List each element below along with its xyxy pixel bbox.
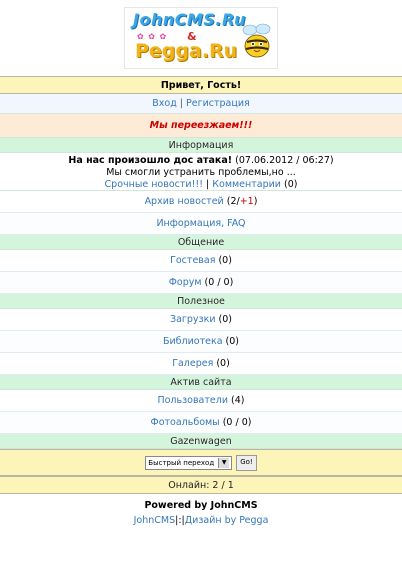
- news-archive-count-new: +1: [239, 196, 254, 207]
- photo-albums-link[interactable]: Фотоальбомы: [151, 417, 220, 428]
- login-link[interactable]: Вход: [152, 98, 177, 109]
- news-date: (07.06.2012 / 06:27): [235, 155, 334, 166]
- news-archive-count: (2/+1): [227, 196, 258, 207]
- news-archive-count-close: ): [253, 196, 258, 207]
- users-count: (4): [231, 395, 245, 406]
- quick-jump-select[interactable]: Быстрый переход ▼: [145, 455, 233, 470]
- menu-item-photo-albums[interactable]: Фотоальбомы (0 / 0): [0, 412, 402, 434]
- design-link[interactable]: Дизайн by Pegga: [185, 515, 269, 526]
- section-header-activity: Актив сайта: [0, 375, 402, 390]
- page: JohnCMS.Ru ✿ ✿ ✿ & Pegga.Ru Привет, Гост…: [0, 0, 402, 564]
- forum-count: (0 / 0): [204, 277, 234, 288]
- news-links: Срочные новости!!! | Комментарии (0): [0, 179, 402, 191]
- urgent-news-link[interactable]: Срочные новости!!!: [105, 179, 203, 190]
- bee-icon: [242, 23, 271, 58]
- chevron-down-icon[interactable]: ▼: [218, 457, 230, 468]
- powered-by: Powered by JohnCMS: [144, 500, 258, 511]
- menu-item-faq[interactable]: Информация, FAQ: [0, 213, 402, 235]
- guestbook-link[interactable]: Гостевая: [170, 255, 215, 266]
- menu-item-downloads[interactable]: Загрузки (0): [0, 309, 402, 331]
- menu-item-library[interactable]: Библиотека (0): [0, 331, 402, 353]
- quick-jump-selected: Быстрый переход: [148, 458, 215, 467]
- moving-notice[interactable]: Мы переезжаем!!!: [0, 114, 402, 138]
- news-block: На нас произошло дос атака! (07.06.2012 …: [0, 153, 402, 191]
- auth-separator: |: [176, 98, 187, 109]
- news-text: Мы смогли устранить проблемы,но ...: [106, 167, 296, 178]
- menu-item-forum[interactable]: Форум (0 / 0): [0, 272, 402, 294]
- downloads-link[interactable]: Загрузки: [170, 314, 216, 325]
- go-button[interactable]: Go!: [236, 454, 257, 471]
- faq-link[interactable]: Информация, FAQ: [156, 218, 245, 229]
- footer: Powered by JohnCMS JohnCMS|:|Дизайн by P…: [0, 494, 402, 528]
- users-link[interactable]: Пользователи: [157, 395, 228, 406]
- site-logo[interactable]: JohnCMS.Ru ✿ ✿ ✿ & Pegga.Ru: [124, 7, 278, 69]
- moving-notice-text: Мы переезжаем!!!: [149, 120, 253, 131]
- menu-item-users[interactable]: Пользователи (4): [0, 390, 402, 412]
- logo-area: JohnCMS.Ru ✿ ✿ ✿ & Pegga.Ru: [0, 0, 402, 76]
- news-title: На нас произошло дос атака!: [68, 155, 233, 166]
- news-archive-link[interactable]: Архив новостей: [145, 196, 224, 207]
- logo-line-johncms: JohnCMS.Ru: [133, 10, 246, 29]
- footer-links: JohnCMS|:|Дизайн by Pegga: [0, 513, 402, 528]
- news-link-separator: |: [203, 179, 213, 190]
- footer-separator: |:|: [175, 515, 185, 526]
- section-header-community: Общение: [0, 235, 402, 250]
- online-counter[interactable]: Онлайн: 2 / 1: [0, 476, 402, 494]
- auth-links: Вход | Регистрация: [0, 94, 402, 114]
- greeting-bar: Привет, Гость!: [0, 76, 402, 94]
- gallery-count: (0): [216, 358, 230, 369]
- library-link[interactable]: Библиотека: [163, 336, 223, 347]
- quick-jump-bar: Быстрый переход ▼ Go!: [0, 449, 402, 476]
- logo-line-pegga: Pegga.Ru: [135, 40, 238, 62]
- news-headline: На нас произошло дос атака! (07.06.2012 …: [0, 155, 402, 167]
- section-header-gazenwagen[interactable]: Gazenwagen: [0, 434, 402, 449]
- register-link[interactable]: Регистрация: [186, 98, 250, 109]
- menu-item-guestbook[interactable]: Гостевая (0): [0, 250, 402, 272]
- comments-count: (0): [283, 179, 298, 190]
- menu-item-news-archive[interactable]: Архив новостей (2/+1): [0, 191, 402, 213]
- gallery-link[interactable]: Галерея: [172, 358, 213, 369]
- photo-albums-count: (0 / 0): [222, 417, 252, 428]
- library-count: (0): [225, 336, 240, 347]
- forum-link[interactable]: Форум: [169, 277, 202, 288]
- downloads-count: (0): [218, 314, 233, 325]
- section-header-useful: Полезное: [0, 294, 402, 309]
- comments-link[interactable]: Комментарии: [212, 179, 281, 190]
- section-header-info: Информация: [0, 138, 402, 153]
- menu-item-gallery[interactable]: Галерея (0): [0, 353, 402, 375]
- johncms-link[interactable]: JohnCMS: [134, 515, 176, 526]
- guestbook-count: (0): [218, 255, 232, 266]
- news-archive-count-total: (2/: [226, 196, 240, 207]
